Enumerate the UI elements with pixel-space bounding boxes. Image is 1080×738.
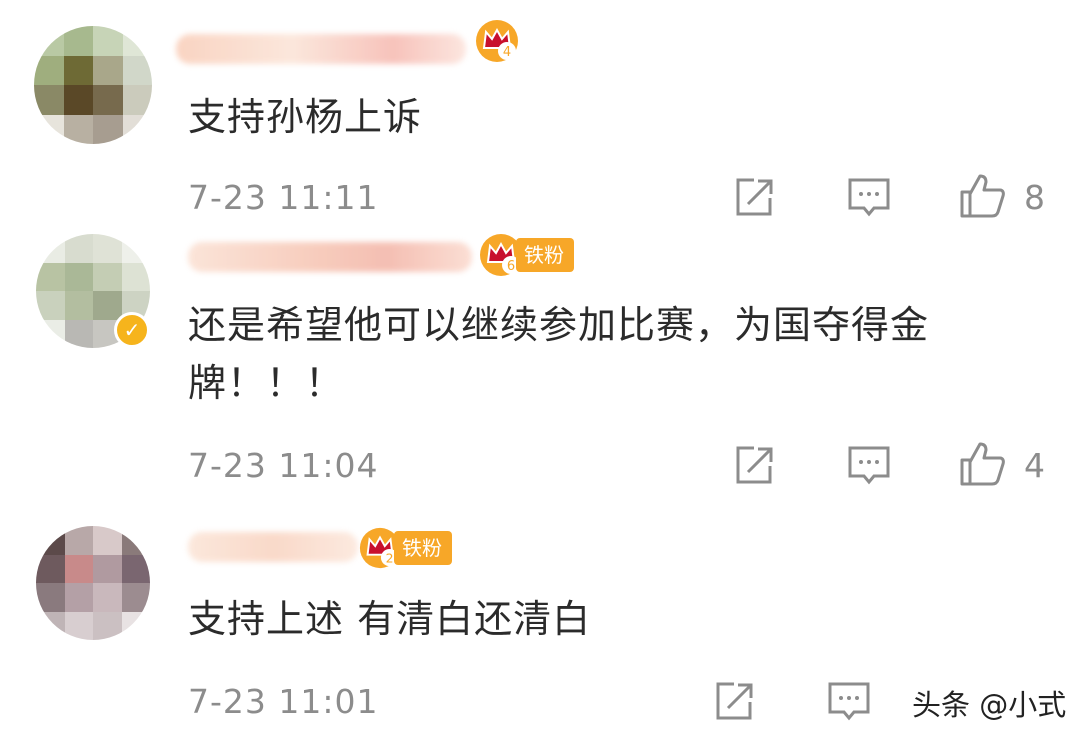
avatar-pixel — [34, 26, 64, 56]
avatar-pixel — [93, 291, 122, 320]
comment-icon[interactable] — [846, 444, 892, 488]
avatar-pixel — [122, 55, 152, 85]
avatar-pixel — [121, 262, 150, 291]
watermark: 头条 @小式 — [912, 688, 1067, 722]
avatar-pixel — [121, 583, 150, 612]
iron-fan-badge: 铁粉 — [516, 238, 574, 272]
avatar-pixel — [121, 611, 150, 640]
like-count: 8 — [1024, 178, 1045, 217]
comment-text: 还是希望他可以继续参加比赛，为国夺得金牌！！！ — [188, 303, 930, 405]
share-icon[interactable] — [712, 680, 756, 724]
avatar-pixel — [36, 319, 65, 348]
avatar-pixel — [34, 114, 64, 144]
avatar-pixel — [122, 26, 152, 56]
like-icon[interactable] — [958, 172, 1006, 220]
avatar-pixel — [121, 234, 150, 263]
avatar-pixel — [36, 234, 65, 263]
like-count: 4 — [1024, 446, 1045, 485]
avatar-pixel — [93, 85, 123, 115]
avatar-pixel — [64, 291, 93, 320]
username-blurred[interactable] — [176, 34, 466, 64]
crown-level-icon: 4 — [476, 20, 518, 62]
avatar-pixel — [36, 526, 65, 555]
avatar-pixel — [122, 114, 152, 144]
avatar-pixel — [63, 114, 93, 144]
comment-time: 7-23 11:04 — [188, 446, 379, 485]
share-icon[interactable] — [732, 444, 776, 488]
avatar-pixel — [63, 55, 93, 85]
avatar-pixel — [93, 611, 122, 640]
iron-fan-badge: 铁粉 — [394, 531, 452, 565]
comment-text: 支持上述 有清白还清白 — [188, 597, 592, 641]
like-icon[interactable] — [958, 440, 1006, 488]
avatar-pixel — [36, 583, 65, 612]
comment-time: 7-23 11:11 — [188, 178, 379, 217]
comment-text: 支持孙杨上诉 — [188, 95, 423, 139]
share-icon[interactable] — [732, 176, 776, 220]
svg-text:2: 2 — [386, 550, 394, 565]
svg-text:4: 4 — [503, 45, 511, 60]
avatar-pixel — [93, 26, 123, 56]
comment-icon[interactable] — [846, 176, 892, 220]
avatar-pixel — [93, 55, 123, 85]
avatar-pixel — [93, 526, 122, 555]
avatar-pixel — [63, 85, 93, 115]
avatar-pixel — [64, 611, 93, 640]
avatar-pixel — [121, 526, 150, 555]
comment-icon[interactable] — [826, 680, 872, 724]
avatar[interactable] — [34, 26, 152, 144]
svg-text:6: 6 — [507, 259, 515, 274]
username-blurred[interactable] — [188, 242, 472, 272]
avatar-pixel — [93, 554, 122, 583]
avatar-pixel — [93, 234, 122, 263]
avatar-pixel — [36, 291, 65, 320]
avatar-pixel — [121, 554, 150, 583]
avatar-pixel — [64, 554, 93, 583]
avatar-pixel — [64, 583, 93, 612]
avatar-pixel — [36, 611, 65, 640]
avatar-pixel — [93, 262, 122, 291]
avatar-pixel — [34, 55, 64, 85]
avatar-pixel — [93, 114, 123, 144]
avatar-pixel — [93, 583, 122, 612]
username-blurred[interactable] — [188, 532, 358, 562]
avatar-pixel — [36, 554, 65, 583]
avatar-pixel — [64, 526, 93, 555]
avatar-pixel — [64, 319, 93, 348]
avatar-pixel — [64, 234, 93, 263]
avatar-pixel — [36, 262, 65, 291]
verified-badge-icon: ✓ — [114, 312, 150, 348]
avatar[interactable] — [36, 526, 150, 640]
comment-time: 7-23 11:01 — [188, 682, 379, 721]
avatar-pixel — [64, 262, 93, 291]
avatar-pixel — [122, 85, 152, 115]
avatar-pixel — [63, 26, 93, 56]
avatar-pixel — [34, 85, 64, 115]
